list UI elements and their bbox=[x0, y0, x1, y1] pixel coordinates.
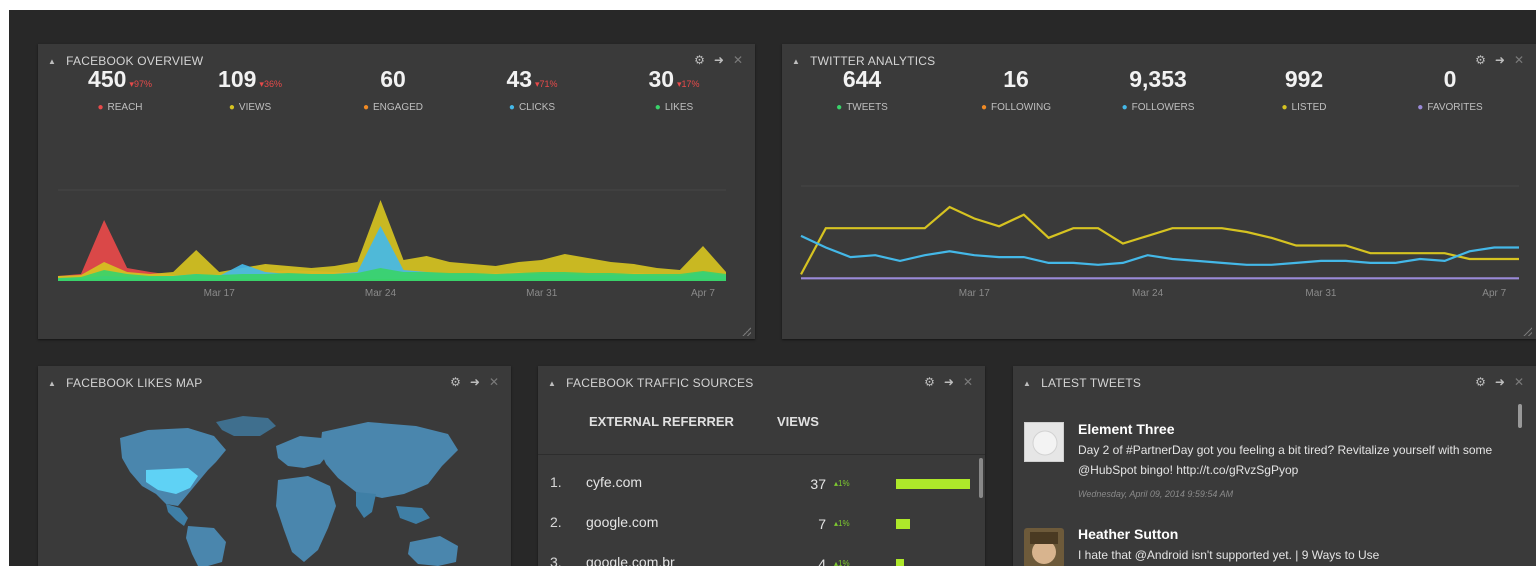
stat-label: ● FOLLOWERS bbox=[1088, 102, 1228, 113]
stat-number: 109 bbox=[218, 66, 257, 92]
stat-label-text: FAVORITES bbox=[1427, 102, 1483, 113]
stat-label: ● REACH bbox=[50, 102, 190, 113]
stat-label: ● LIKES bbox=[604, 102, 744, 113]
legend-dot-icon: ● bbox=[1281, 102, 1288, 113]
legend-dot-icon: ● bbox=[654, 102, 661, 113]
legend-dot-icon: ● bbox=[362, 102, 370, 113]
stat-change: ▾97% bbox=[129, 79, 152, 89]
stat-number: 644 bbox=[842, 66, 882, 92]
stat-label-text: LISTED bbox=[1291, 102, 1327, 113]
stat-label: ● FAVORITES bbox=[1380, 102, 1520, 113]
legend-dot-icon: ● bbox=[1417, 102, 1424, 113]
stat-listed[interactable]: 992 ● LISTED bbox=[1234, 66, 1374, 113]
stat-following[interactable]: 16 ● FOLLOWING bbox=[946, 66, 1086, 113]
stat-label-text: FOLLOWERS bbox=[1131, 102, 1195, 113]
stat-label-text: CLICKS bbox=[518, 102, 556, 113]
stat-favorites[interactable]: 0 ● FAVORITES bbox=[1380, 66, 1520, 113]
stat-change: ▾17% bbox=[677, 79, 700, 89]
stat-label-text: FOLLOWING bbox=[991, 102, 1052, 113]
stat-reach[interactable]: 450 ▾97% ● REACH bbox=[50, 66, 190, 113]
stat-change: ▾36% bbox=[259, 79, 282, 89]
stat-value: 30 ▾17% bbox=[604, 66, 744, 93]
stat-likes[interactable]: 30 ▾17% ● LIKES bbox=[604, 66, 744, 113]
legend-dot-icon: ● bbox=[97, 102, 104, 113]
legend-dot-icon: ● bbox=[228, 102, 235, 113]
stat-number: 16 bbox=[1003, 66, 1029, 92]
stat-number: 30 bbox=[648, 66, 675, 92]
stat-number: 450 bbox=[88, 66, 127, 92]
stat-label: ● ENGAGED bbox=[323, 102, 463, 113]
legend-dot-icon: ● bbox=[980, 102, 988, 113]
stat-value: 60 bbox=[323, 66, 463, 93]
stat-value: 43 ▾71% bbox=[462, 66, 602, 93]
legend-dot-icon: ● bbox=[1121, 102, 1128, 113]
legend-dot-icon: ● bbox=[836, 102, 843, 113]
stat-followers[interactable]: 9,353 ● FOLLOWERS bbox=[1088, 66, 1228, 113]
stat-clicks[interactable]: 43 ▾71% ● CLICKS bbox=[462, 66, 602, 113]
stat-tweets[interactable]: 644 ● TWEETS bbox=[792, 66, 932, 113]
stat-number: 43 bbox=[506, 66, 533, 92]
stat-change: ▾71% bbox=[535, 79, 558, 89]
stat-label-text: VIEWS bbox=[238, 102, 272, 113]
series-line-listed[interactable] bbox=[800, 205, 1519, 275]
stat-label: ● TWEETS bbox=[792, 102, 932, 113]
stat-value: 644 bbox=[792, 66, 932, 93]
stat-number: 0 bbox=[1443, 66, 1457, 92]
stat-label: ● CLICKS bbox=[462, 102, 602, 113]
series-line-followers[interactable] bbox=[800, 234, 1519, 266]
x-tick-label: Mar 24 bbox=[1132, 288, 1164, 299]
stat-number: 992 bbox=[1284, 66, 1324, 92]
stat-label: ● FOLLOWING bbox=[946, 102, 1086, 113]
x-tick-label: Mar 17 bbox=[959, 288, 991, 299]
stat-label-text: ENGAGED bbox=[373, 102, 424, 113]
stat-engaged[interactable]: 60 ● ENGAGED bbox=[323, 66, 463, 113]
stat-number: 60 bbox=[380, 66, 406, 92]
stat-value: 0 bbox=[1380, 66, 1520, 93]
legend-dot-icon: ● bbox=[508, 102, 515, 113]
x-tick-label: Mar 31 bbox=[1305, 288, 1337, 299]
stat-value: 16 bbox=[946, 66, 1086, 93]
stat-label: ● LISTED bbox=[1234, 102, 1374, 113]
stat-value: 9,353 bbox=[1088, 66, 1228, 93]
stat-value: 450 ▾97% bbox=[50, 66, 190, 93]
stat-label-text: LIKES bbox=[664, 102, 694, 113]
stat-label-text: TWEETS bbox=[846, 102, 888, 113]
stat-value: 992 bbox=[1234, 66, 1374, 93]
x-tick-label: Apr 7 bbox=[1482, 288, 1506, 299]
stat-label-text: REACH bbox=[107, 102, 143, 113]
stat-value: 109 ▾36% bbox=[180, 66, 320, 93]
stat-number: 9,353 bbox=[1129, 66, 1187, 92]
stat-views[interactable]: 109 ▾36% ● VIEWS bbox=[180, 66, 320, 113]
stat-label: ● VIEWS bbox=[180, 102, 320, 113]
